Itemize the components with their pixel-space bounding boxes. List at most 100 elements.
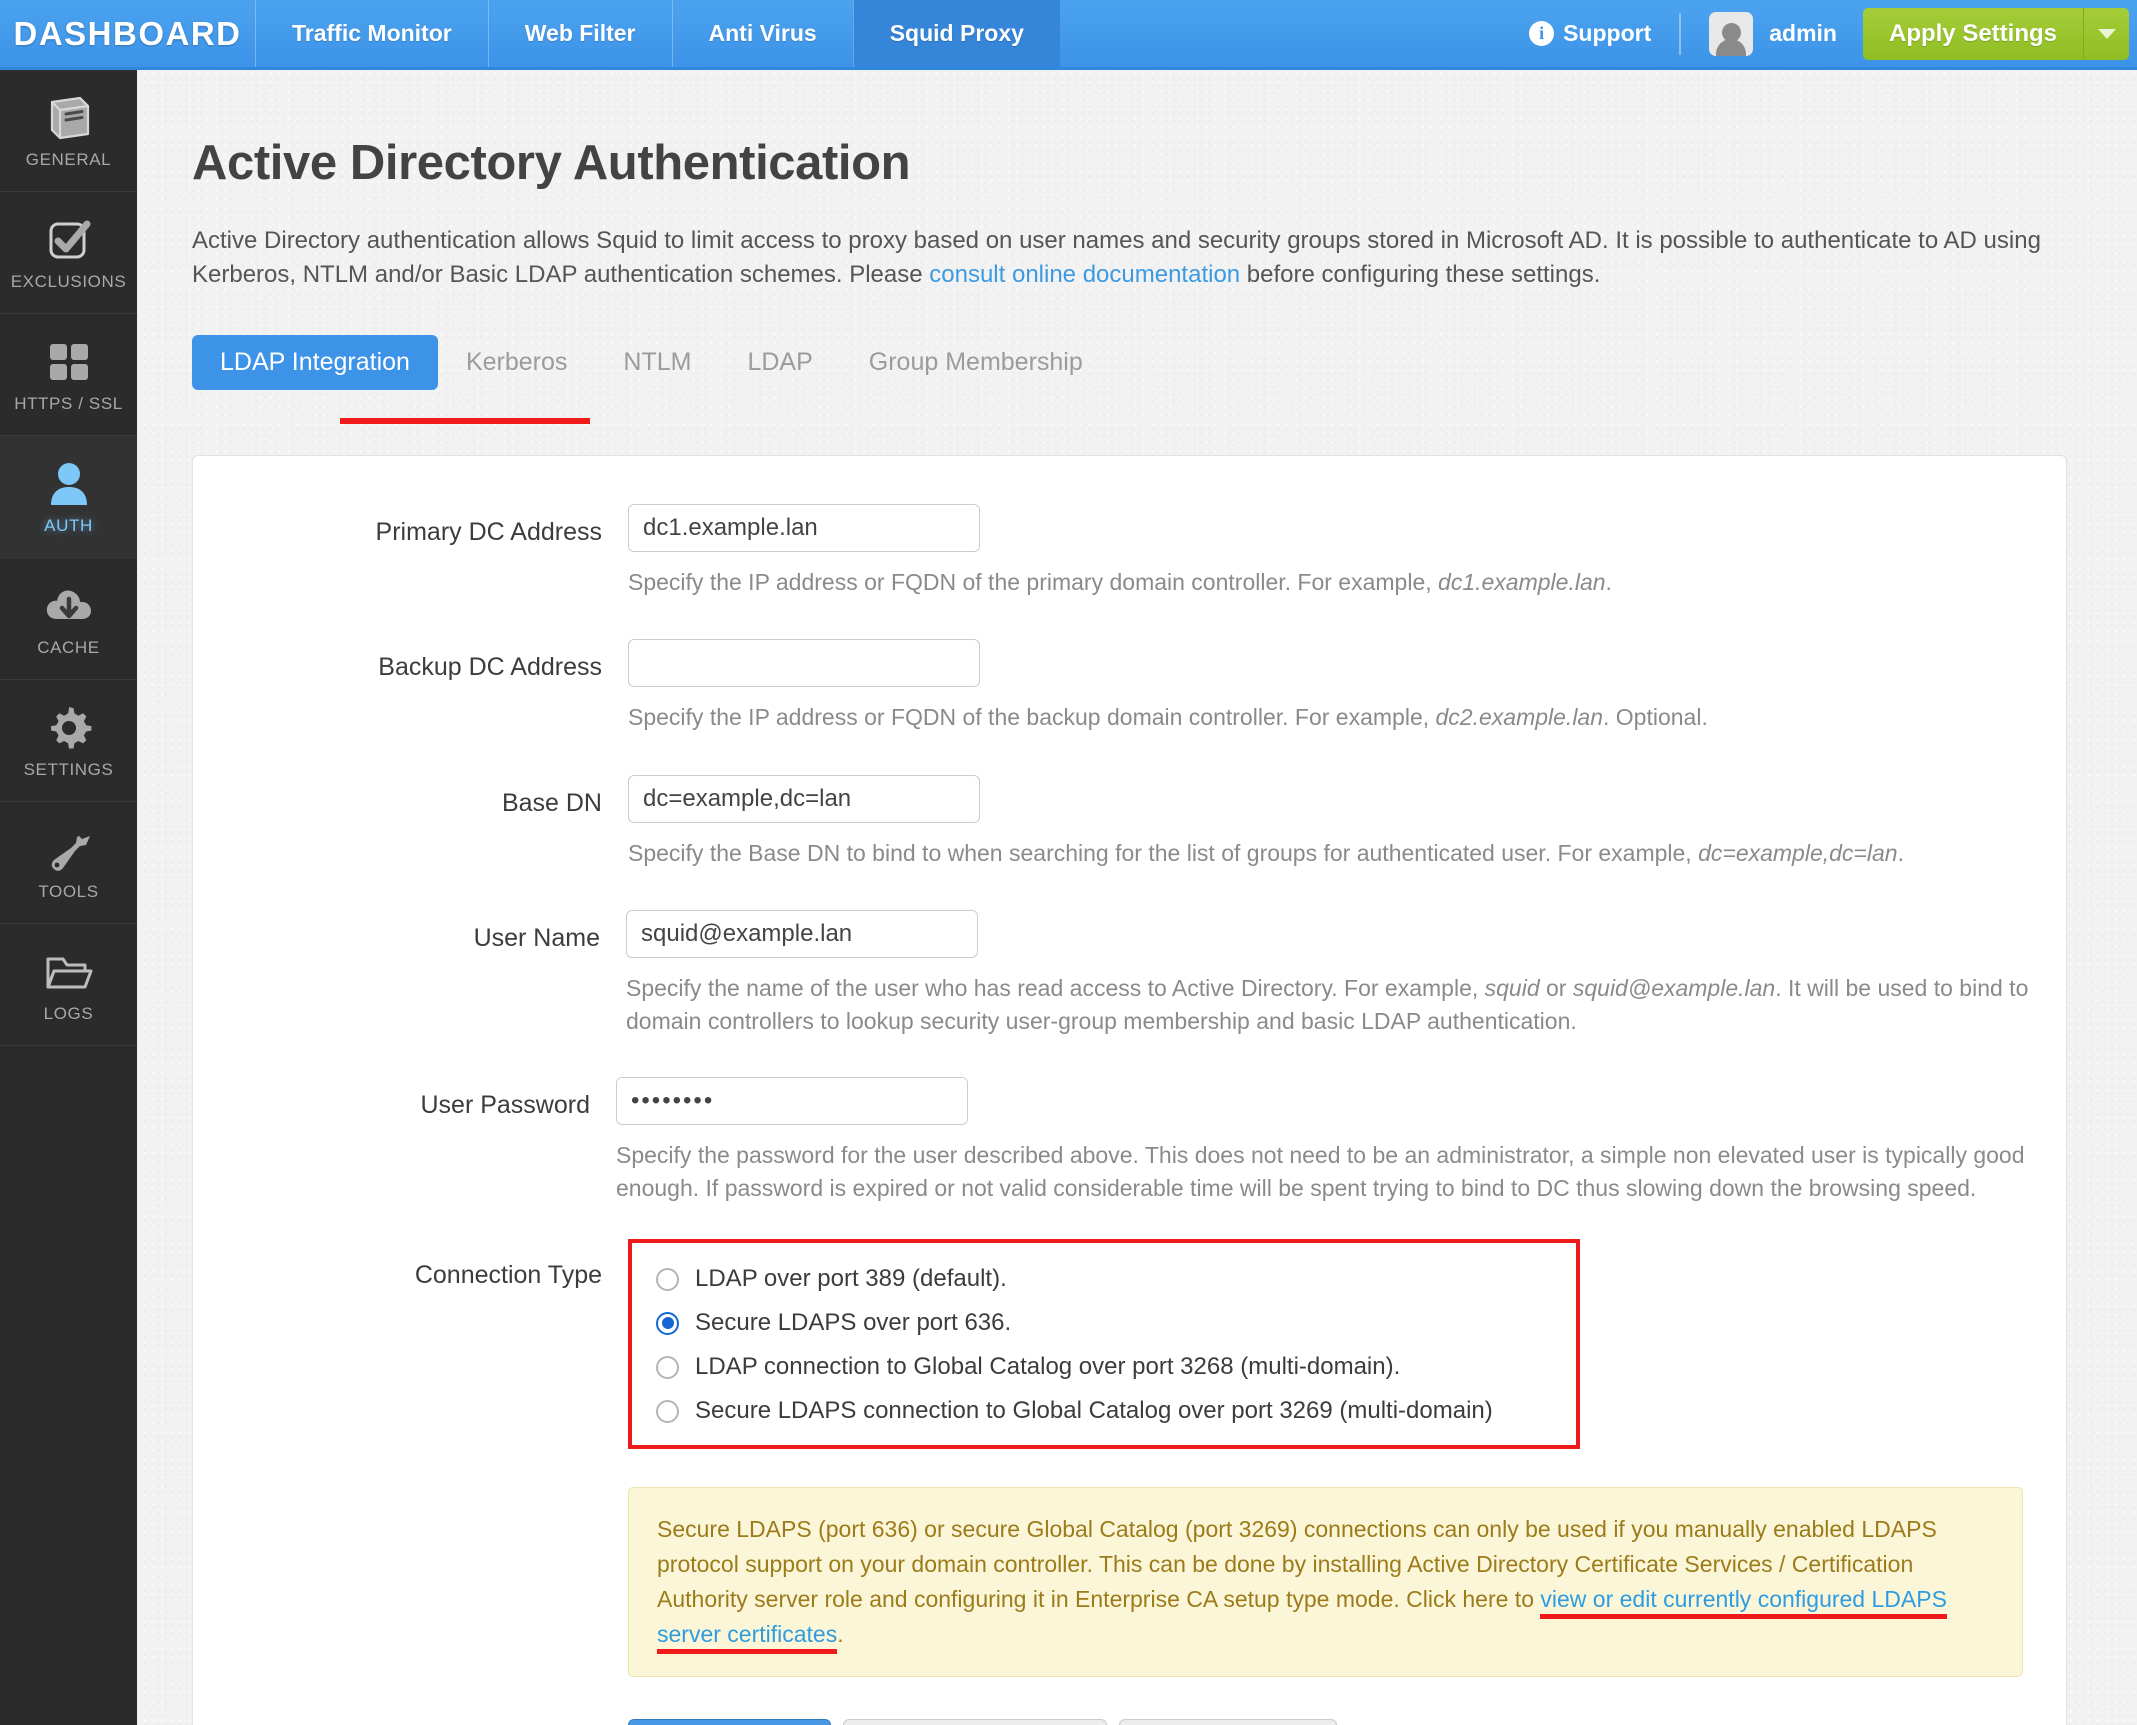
tab-bar: LDAP Integration Kerberos NTLM LDAP Grou… xyxy=(192,335,2137,391)
radio-option-label: Secure LDAPS connection to Global Catalo… xyxy=(695,1397,1493,1425)
help-text: Specify the IP address or FQDN of the ba… xyxy=(628,704,1436,731)
support-link[interactable]: i Support xyxy=(1529,20,1651,47)
tab-ldap-integration[interactable]: LDAP Integration xyxy=(192,335,438,391)
folder-icon xyxy=(44,946,94,998)
avatar-body-icon xyxy=(1716,38,1747,56)
save-changes-button[interactable]: Save Changes xyxy=(628,1719,832,1725)
help-example: dc=example,dc=lan xyxy=(1698,839,1898,866)
primary-dc-address-label: Primary DC Address xyxy=(375,518,602,546)
support-label: Support xyxy=(1563,20,1652,46)
primary-dc-address-input[interactable] xyxy=(628,504,980,552)
radio-icon[interactable] xyxy=(656,1267,679,1291)
base-dn-help: Specify the Base DN to bind to when sear… xyxy=(628,837,2048,870)
tab-kerberos[interactable]: Kerberos xyxy=(438,335,595,390)
help-text: Specify the IP address or FQDN of the pr… xyxy=(628,569,1439,595)
settings-card: Primary DC Address Specify the IP addres… xyxy=(192,455,2067,1725)
tab-ldap[interactable]: LDAP xyxy=(719,335,840,390)
radio-icon-selected[interactable] xyxy=(656,1311,679,1335)
ldaps-notice: Secure LDAPS (port 636) or secure Global… xyxy=(628,1487,2023,1678)
ldaps-notice-row: Secure LDAPS (port 636) or secure Global… xyxy=(193,1487,2066,1678)
nav-tab-squid-proxy[interactable]: Squid Proxy xyxy=(852,0,1060,67)
avatar[interactable] xyxy=(1709,11,1754,56)
radio-icon[interactable] xyxy=(656,1399,679,1423)
user-password-label: User Password xyxy=(420,1090,591,1119)
radio-option-label: Secure LDAPS over port 636. xyxy=(695,1309,1012,1337)
help-text-end: . xyxy=(1897,839,1904,866)
sidebar-item-label: HTTPS / SSL xyxy=(14,393,123,413)
radio-option-label: LDAP connection to Global Catalog over p… xyxy=(695,1353,1401,1381)
button-group: Save Changes Detect Automatically Test C… xyxy=(628,1719,2066,1725)
sidebar-item-general[interactable]: GENERAL xyxy=(0,70,137,192)
radio-option-ldaps-636[interactable]: Secure LDAPS over port 636. xyxy=(656,1301,1576,1345)
sidebar-item-cache[interactable]: CACHE xyxy=(0,558,137,680)
sidebar-item-tools[interactable]: TOOLS xyxy=(0,802,137,924)
sidebar-item-https-ssl[interactable]: HTTPS / SSL xyxy=(0,314,137,436)
help-text: Specify the name of the user who has rea… xyxy=(626,975,1485,1002)
help-example-2: squid@example.lan xyxy=(1572,975,1776,1002)
sidebar-item-label: TOOLS xyxy=(38,881,99,901)
brand-logo[interactable]: DASHBOARD xyxy=(0,0,255,67)
nav-tab-anti-virus[interactable]: Anti Virus xyxy=(671,0,853,67)
radio-option-gc-3269[interactable]: Secure LDAPS connection to Global Catalo… xyxy=(656,1389,1576,1433)
user-name-help: Specify the name of the user who has rea… xyxy=(626,972,2066,1039)
sidebar: GENERAL EXCLUSIONS HTTPS / SSL AUTH CACH… xyxy=(0,70,137,1725)
active-tab-highlight xyxy=(340,418,590,424)
help-text-end: . xyxy=(1605,569,1612,595)
sidebar-item-label: EXCLUSIONS xyxy=(10,271,127,291)
backup-dc-address-input[interactable] xyxy=(628,639,980,688)
field-connection-type: Connection Type LDAP over port 389 (defa… xyxy=(193,1239,2066,1450)
apply-settings-dropdown-toggle[interactable] xyxy=(2083,7,2129,60)
notice-text-end: . xyxy=(837,1621,844,1648)
radio-icon[interactable] xyxy=(656,1355,679,1379)
sidebar-item-label: CACHE xyxy=(37,637,100,657)
sidebar-item-auth[interactable]: AUTH xyxy=(0,436,137,558)
help-text-end: . Optional. xyxy=(1603,704,1708,731)
sidebar-item-logs[interactable]: LOGS xyxy=(0,924,137,1046)
main-content: Active Directory Authentication Active D… xyxy=(137,70,2137,1725)
nav-tab-traffic-monitor[interactable]: Traffic Monitor xyxy=(255,0,488,67)
documentation-link[interactable]: consult online documentation xyxy=(929,261,1240,288)
base-dn-input[interactable] xyxy=(628,774,980,823)
connection-type-radio-group: LDAP over port 389 (default). Secure LDA… xyxy=(628,1239,1580,1450)
buttons-spacer xyxy=(193,1719,628,1725)
checkbox-icon xyxy=(45,214,93,266)
test-connection-button[interactable]: Test Connection xyxy=(1118,1719,1337,1725)
sidebar-item-label: SETTINGS xyxy=(23,759,114,779)
field-primary-dc-address: Primary DC Address Specify the IP addres… xyxy=(193,504,2066,599)
tab-group-membership[interactable]: Group Membership xyxy=(841,335,1111,390)
username-label[interactable]: admin xyxy=(1769,20,1837,47)
radio-option-label: LDAP over port 389 (default). xyxy=(695,1265,1007,1293)
sidebar-item-exclusions[interactable]: EXCLUSIONS xyxy=(0,192,137,314)
page-description-part2: before configuring these settings. xyxy=(1240,261,1601,289)
user-password-help: Specify the password for the user descri… xyxy=(616,1141,2025,1202)
help-example: dc2.example.lan xyxy=(1435,704,1604,731)
grid-icon xyxy=(47,336,91,388)
user-name-label: User Name xyxy=(473,924,600,953)
backup-dc-address-help: Specify the IP address or FQDN of the ba… xyxy=(628,701,2023,734)
top-navigation-bar: DASHBOARD Traffic Monitor Web Filter Ant… xyxy=(0,0,2137,70)
field-backup-dc-address: Backup DC Address Specify the IP address… xyxy=(193,639,2066,734)
radio-option-gc-3268[interactable]: LDAP connection to Global Catalog over p… xyxy=(656,1345,1576,1389)
action-buttons-row: Save Changes Detect Automatically Test C… xyxy=(193,1719,2066,1725)
radio-option-ldap-389[interactable]: LDAP over port 389 (default). xyxy=(656,1257,1576,1301)
detect-automatically-button[interactable]: Detect Automatically xyxy=(843,1719,1107,1725)
user-name-input[interactable] xyxy=(626,910,978,959)
base-dn-label: Base DN xyxy=(501,788,602,817)
page-description: Active Directory authentication allows S… xyxy=(192,224,2067,292)
primary-dc-address-help: Specify the IP address or FQDN of the pr… xyxy=(628,566,2023,599)
sidebar-item-settings[interactable]: SETTINGS xyxy=(0,680,137,802)
field-base-dn: Base DN Specify the Base DN to bind to w… xyxy=(193,774,2066,870)
cloud-download-icon xyxy=(44,580,94,632)
user-icon xyxy=(47,458,91,510)
help-example: dc1.example.lan xyxy=(1438,569,1606,595)
nav-tab-web-filter[interactable]: Web Filter xyxy=(487,0,672,67)
chevron-down-icon xyxy=(2097,28,2116,39)
sidebar-item-label: GENERAL xyxy=(25,149,112,169)
wrench-icon xyxy=(46,824,92,876)
gear-icon xyxy=(46,702,92,754)
backup-dc-address-label: Backup DC Address xyxy=(378,653,602,682)
user-password-input[interactable] xyxy=(616,1076,968,1125)
apply-settings-button[interactable]: Apply Settings xyxy=(1862,7,2083,60)
tab-ntlm[interactable]: NTLM xyxy=(595,335,719,390)
help-example: squid xyxy=(1484,975,1540,1002)
